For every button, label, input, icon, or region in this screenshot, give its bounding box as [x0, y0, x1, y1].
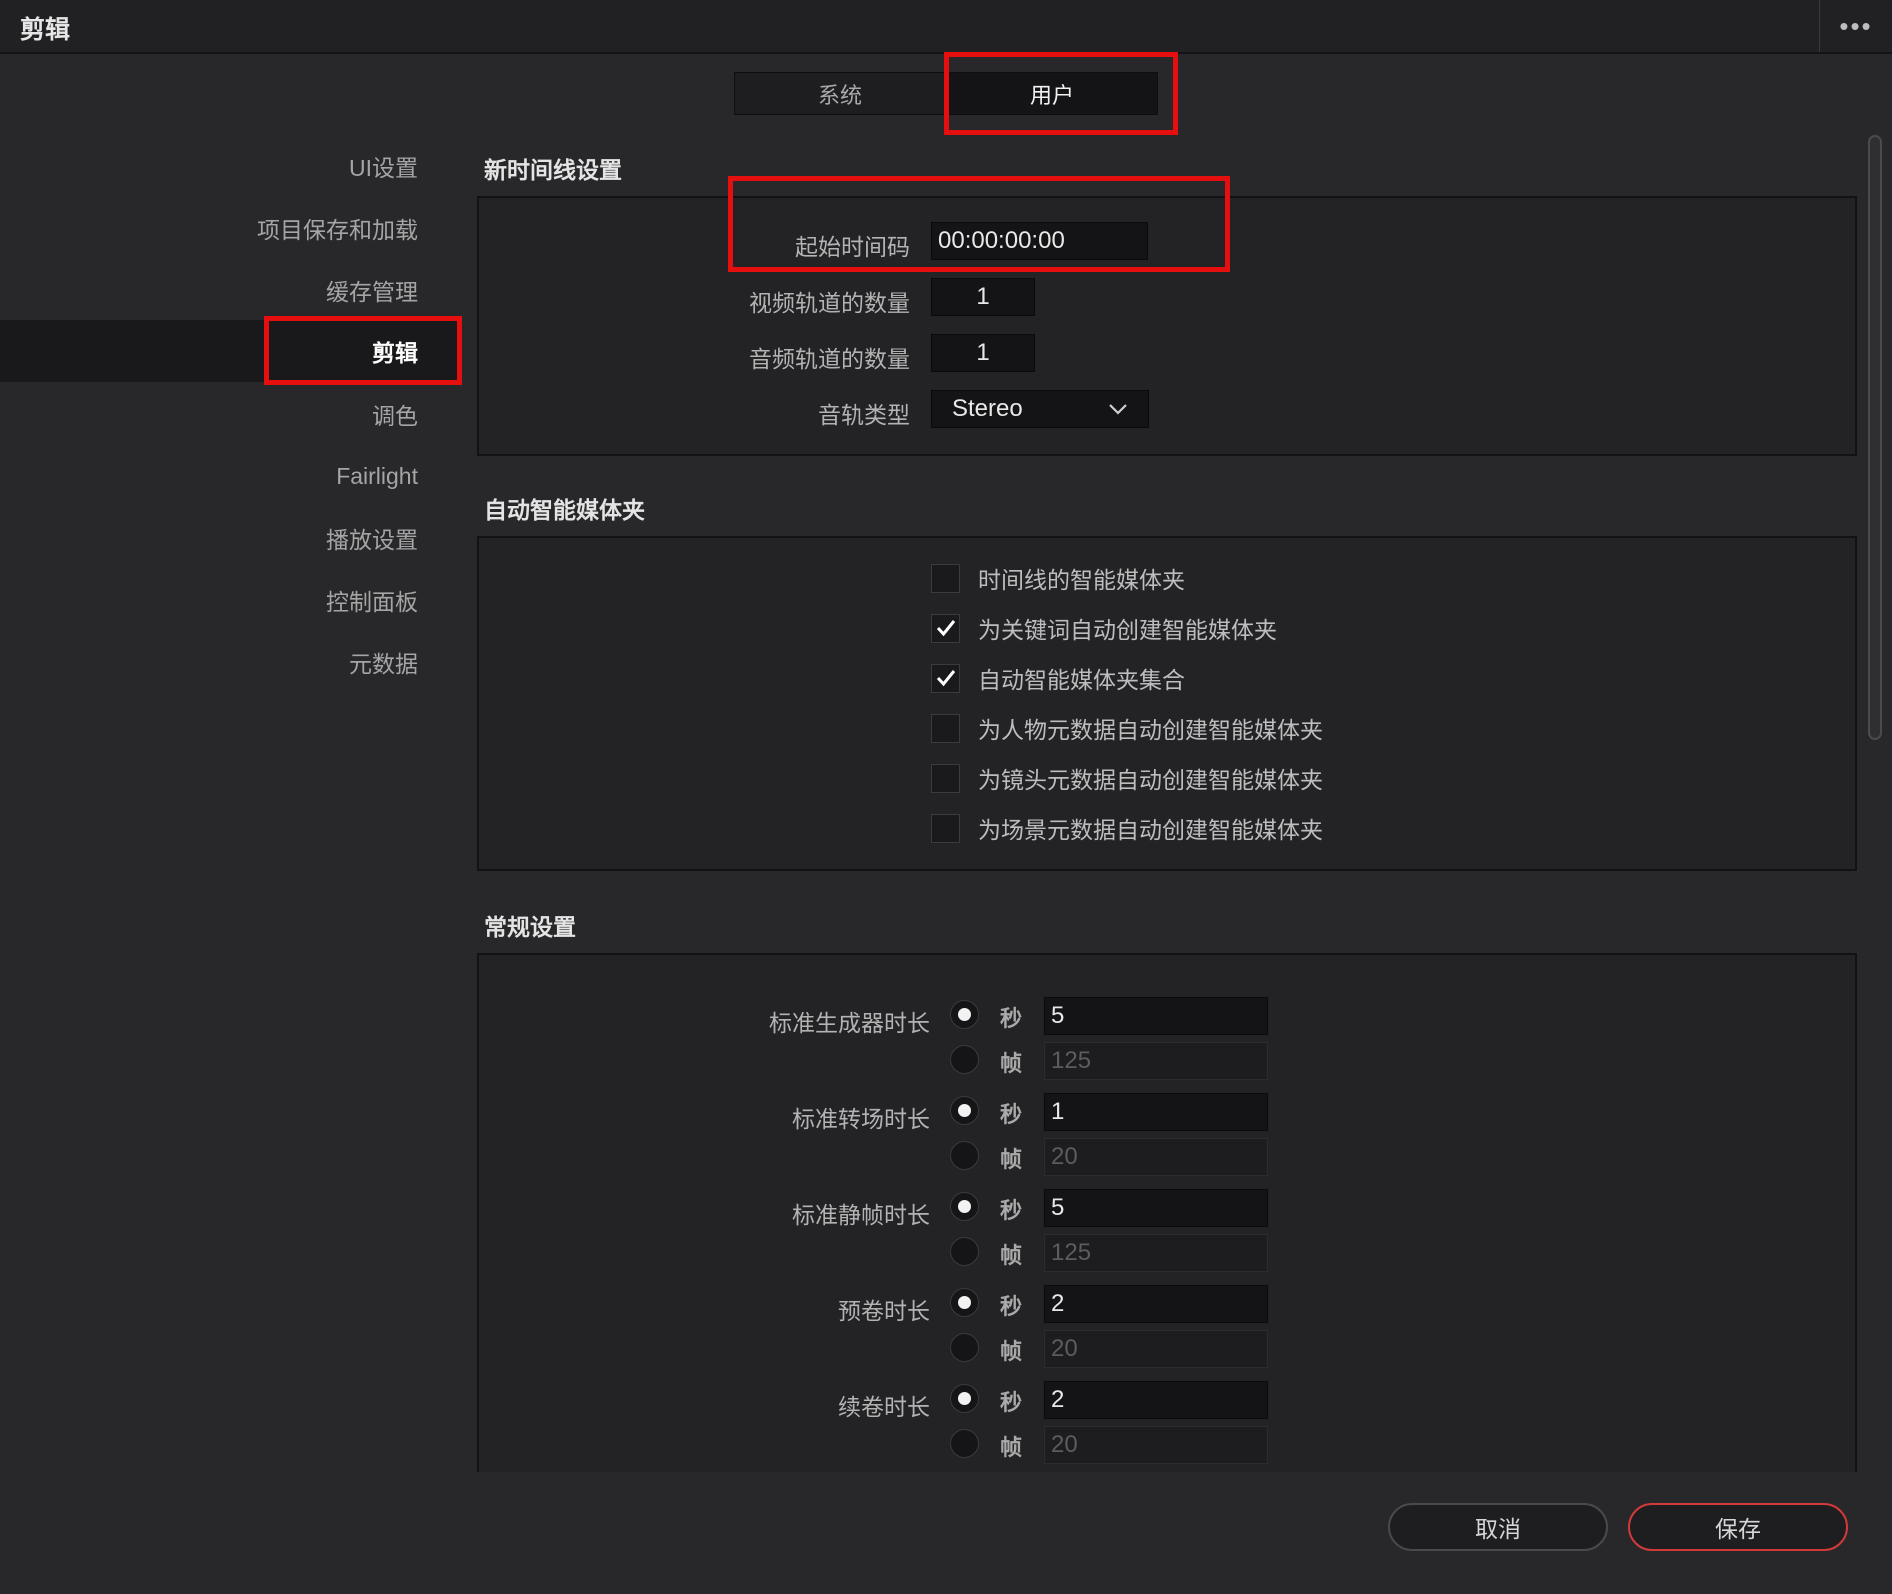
sidebar-item-control-panels[interactable]: 控制面板 [0, 569, 460, 631]
preroll-seconds-field[interactable]: 2 [1044, 1285, 1268, 1323]
checkbox-row-shot-bins[interactable]: 为镜头元数据自动创建智能媒体夹 [931, 762, 1323, 794]
still-frames-field[interactable]: 125 [1044, 1234, 1268, 1272]
still-duration-label: 标准静帧时长 [792, 1202, 930, 1228]
sidebar-item-ui[interactable]: UI设置 [0, 135, 460, 197]
tab-system[interactable]: 系统 [734, 72, 946, 115]
unit-seconds-label: 秒 [1000, 1294, 1023, 1319]
transition-duration-label: 标准转场时长 [792, 1106, 930, 1132]
audio-type-dropdown[interactable]: Stereo [931, 390, 1149, 428]
unit-frames-label: 帧 [1000, 1243, 1023, 1268]
radio-frames[interactable] [950, 1333, 979, 1362]
transition-frames-field[interactable]: 20 [1044, 1138, 1268, 1176]
sidebar-item-playback[interactable]: 播放设置 [0, 507, 460, 569]
radio-seconds[interactable] [950, 1192, 979, 1221]
window-title: 剪辑 [20, 16, 71, 44]
checkbox-label: 为场景元数据自动创建智能媒体夹 [978, 817, 1323, 843]
panel-clip-edge [477, 1472, 1857, 1484]
checkbox[interactable] [931, 563, 960, 593]
start-timecode-field[interactable]: 00:00:00:00 [931, 222, 1148, 260]
sidebar-item-metadata[interactable]: 元数据 [0, 631, 460, 693]
sidebar-item-project-save-load[interactable]: 项目保存和加载 [0, 197, 460, 259]
checkbox-label: 为人物元数据自动创建智能媒体夹 [978, 717, 1323, 743]
title-bar: 剪辑 ••• [0, 0, 1892, 54]
audio-tracks-field[interactable]: 1 [931, 334, 1035, 372]
unit-frames-label: 帧 [1000, 1051, 1023, 1076]
tab-user[interactable]: 用户 [946, 72, 1158, 115]
checkbox-row-keyword-bins[interactable]: 为关键词自动创建智能媒体夹 [931, 612, 1277, 644]
unit-seconds-label: 秒 [1000, 1198, 1023, 1223]
radio-frames[interactable] [950, 1141, 979, 1170]
sidebar-item-fairlight[interactable]: Fairlight [0, 445, 460, 507]
audio-tracks-label: 音频轨道的数量 [749, 346, 910, 372]
tab-bar: 系统 用户 [734, 72, 1158, 115]
radio-frames[interactable] [950, 1429, 979, 1458]
section-title-general: 常规设置 [484, 914, 576, 940]
unit-frames-label: 帧 [1000, 1435, 1023, 1460]
radio-seconds[interactable] [950, 1096, 979, 1125]
checkbox[interactable] [931, 763, 960, 793]
postroll-duration-label: 续卷时长 [838, 1394, 930, 1420]
section-title-timeline: 新时间线设置 [484, 157, 622, 183]
generator-frames-field[interactable]: 125 [1044, 1042, 1268, 1080]
sidebar-item-color[interactable]: 调色 [0, 383, 460, 445]
unit-seconds-label: 秒 [1000, 1390, 1023, 1415]
cancel-button[interactable]: 取消 [1388, 1503, 1608, 1551]
generator-seconds-field[interactable]: 5 [1044, 997, 1268, 1035]
checkbox-row-scene-bins[interactable]: 为场景元数据自动创建智能媒体夹 [931, 812, 1323, 844]
checkbox-row-timeline-bins[interactable]: 时间线的智能媒体夹 [931, 562, 1185, 594]
chevron-down-icon [1109, 404, 1127, 415]
video-tracks-field[interactable]: 1 [931, 278, 1035, 316]
sidebar-item-edit[interactable]: 剪辑 [0, 320, 460, 382]
checkbox-row-people-bins[interactable]: 为人物元数据自动创建智能媒体夹 [931, 712, 1323, 744]
radio-seconds[interactable] [950, 1384, 979, 1413]
checkbox-row-bin-collection[interactable]: 自动智能媒体夹集合 [931, 662, 1185, 694]
checkbox[interactable] [931, 613, 960, 643]
audio-type-label: 音轨类型 [818, 402, 910, 428]
unit-frames-label: 帧 [1000, 1147, 1023, 1172]
unit-seconds-label: 秒 [1000, 1006, 1023, 1031]
checkbox-label: 时间线的智能媒体夹 [978, 567, 1185, 593]
video-tracks-label: 视频轨道的数量 [749, 290, 910, 316]
checkbox-label: 为镜头元数据自动创建智能媒体夹 [978, 767, 1323, 793]
radio-seconds[interactable] [950, 1288, 979, 1317]
save-button[interactable]: 保存 [1628, 1503, 1848, 1551]
timeline-settings-panel [477, 196, 1857, 456]
radio-seconds[interactable] [950, 1000, 979, 1029]
section-title-smart-bins: 自动智能媒体夹 [484, 497, 645, 523]
unit-seconds-label: 秒 [1000, 1102, 1023, 1127]
preroll-frames-field[interactable]: 20 [1044, 1330, 1268, 1368]
radio-frames[interactable] [950, 1237, 979, 1266]
unit-frames-label: 帧 [1000, 1339, 1023, 1364]
postroll-seconds-field[interactable]: 2 [1044, 1381, 1268, 1419]
checkbox[interactable] [931, 713, 960, 743]
checkbox-label: 为关键词自动创建智能媒体夹 [978, 617, 1277, 643]
vertical-scrollbar[interactable] [1868, 135, 1882, 740]
postroll-frames-field[interactable]: 20 [1044, 1426, 1268, 1464]
radio-frames[interactable] [950, 1045, 979, 1074]
transition-seconds-field[interactable]: 1 [1044, 1093, 1268, 1131]
preroll-duration-label: 预卷时长 [838, 1298, 930, 1324]
more-dots-icon[interactable]: ••• [1819, 0, 1892, 52]
generator-duration-label: 标准生成器时长 [769, 1010, 930, 1036]
checkmark-icon [936, 670, 955, 687]
checkbox-label: 自动智能媒体夹集合 [978, 667, 1185, 693]
checkmark-icon [936, 620, 955, 637]
checkbox[interactable] [931, 813, 960, 843]
audio-type-value: Stereo [952, 395, 1023, 422]
sidebar-item-cache[interactable]: 缓存管理 [0, 259, 460, 321]
checkbox[interactable] [931, 663, 960, 693]
start-timecode-label: 起始时间码 [795, 234, 910, 260]
still-seconds-field[interactable]: 5 [1044, 1189, 1268, 1227]
